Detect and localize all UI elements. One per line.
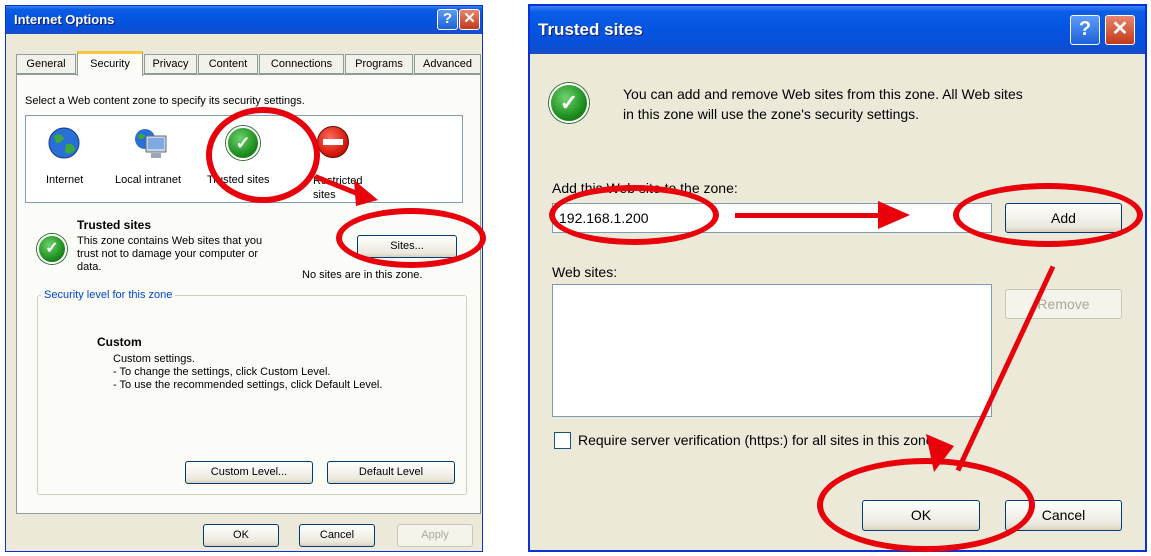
tab-label: General <box>26 58 66 70</box>
info-text-1: You can add and remove Web sites from th… <box>623 86 1023 102</box>
tab-label: Content <box>208 58 248 70</box>
internet-options-dialog: Internet Options ? ✕ General Security Pr… <box>5 5 483 552</box>
tab-label: Advanced <box>423 58 472 70</box>
no-sites-text: No sites are in this zone. <box>302 269 423 281</box>
annotation-arrow-head <box>878 201 910 229</box>
tab-label: Connections <box>270 58 333 70</box>
require-https-checkbox[interactable] <box>554 432 571 449</box>
close-button[interactable]: ✕ <box>459 9 480 30</box>
highlight-ok-button-ring <box>817 458 1035 552</box>
zone-local-intranet[interactable]: Local intranet <box>110 124 190 194</box>
zone-label: Internet <box>46 174 84 186</box>
custom-level-button[interactable]: Custom Level... <box>185 461 313 484</box>
tab-general[interactable]: General <box>16 54 76 74</box>
title-bar[interactable]: Internet Options ? ✕ <box>6 6 482 34</box>
default-level-button[interactable]: Default Level <box>327 461 455 484</box>
tab-privacy[interactable]: Privacy <box>144 54 197 74</box>
highlight-trusted-sites-ring <box>206 107 320 203</box>
zone-label: Local intranet <box>115 174 182 186</box>
tab-strip: General Security Privacy Content Connect… <box>16 51 481 76</box>
cancel-button[interactable]: Cancel <box>299 524 375 547</box>
close-button[interactable]: ✕ <box>1105 15 1135 45</box>
globe-icon <box>48 127 80 159</box>
computer-globe-icon <box>135 129 167 158</box>
tab-programs[interactable]: Programs <box>345 54 413 74</box>
info-text-2: in this zone will use the zone's securit… <box>623 106 920 122</box>
highlight-url-ring <box>549 185 719 245</box>
annotation-arrow-shaft <box>735 213 885 218</box>
custom-line-2: - To change the settings, click Custom L… <box>113 366 331 378</box>
zone-description-2: trust not to damage your computer or <box>77 248 258 260</box>
zone-heading: Trusted sites <box>77 218 152 232</box>
custom-line-3: - To use the recommended settings, click… <box>113 379 383 391</box>
tab-content[interactable]: Content <box>198 54 258 74</box>
tab-advanced[interactable]: Advanced <box>414 54 481 74</box>
trusted-sites-icon: ✓ <box>37 234 67 264</box>
no-entry-icon <box>317 126 349 158</box>
zone-prompt: Select a Web content zone to specify its… <box>25 95 305 107</box>
security-level-group-label: Security level for this zone <box>41 289 176 301</box>
highlight-sites-button-ring <box>336 208 486 268</box>
tab-connections[interactable]: Connections <box>259 54 344 74</box>
custom-line-1: Custom settings. <box>113 353 195 365</box>
annotation-arrow-head <box>354 180 378 206</box>
tab-label: Programs <box>355 58 403 70</box>
zone-description-1: This zone contains Web sites that you <box>77 235 263 247</box>
help-button[interactable]: ? <box>437 9 458 30</box>
dialog-title: Internet Options <box>14 12 115 27</box>
trusted-sites-icon: ✓ <box>549 83 589 123</box>
zone-description-3: data. <box>77 261 102 273</box>
ok-button[interactable]: OK <box>203 524 279 547</box>
apply-button[interactable]: Apply <box>397 524 473 547</box>
websites-list[interactable] <box>552 284 992 417</box>
zone-internet[interactable]: Internet <box>34 124 94 194</box>
dialog-title: Trusted sites <box>538 20 643 39</box>
tab-label: Security <box>90 58 130 70</box>
title-bar[interactable]: Trusted sites ? ✕ <box>530 6 1145 54</box>
custom-heading: Custom <box>97 335 142 349</box>
remove-button[interactable]: Remove <box>1005 289 1122 319</box>
highlight-add-button-ring <box>953 183 1143 247</box>
tab-security[interactable]: Security <box>77 51 143 76</box>
trusted-sites-dialog: Trusted sites ? ✕ ✓ You can add and remo… <box>528 4 1147 552</box>
tab-label: Privacy <box>152 58 189 70</box>
require-https-label: Require server verification (https:) for… <box>578 432 934 448</box>
help-button[interactable]: ? <box>1070 15 1100 45</box>
websites-label: Web sites: <box>552 264 618 280</box>
